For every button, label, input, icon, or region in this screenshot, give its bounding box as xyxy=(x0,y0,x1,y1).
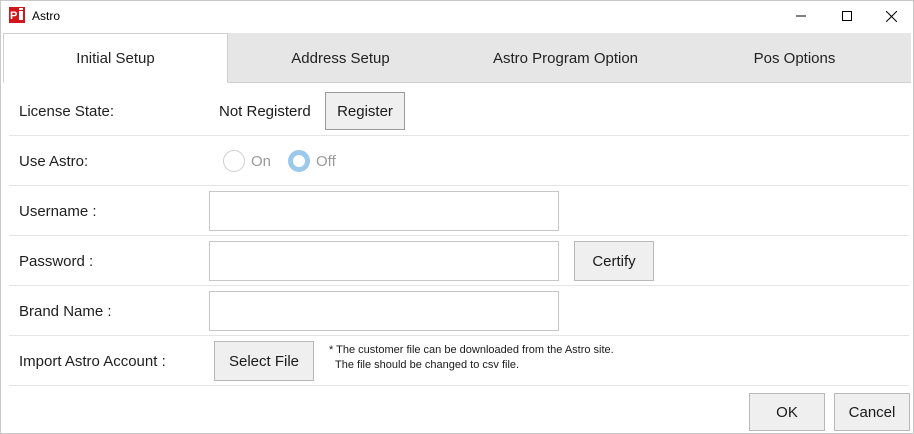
password-input[interactable] xyxy=(209,241,559,281)
cancel-button[interactable]: Cancel xyxy=(834,393,910,431)
tab-pos-options[interactable]: Pos Options xyxy=(678,33,911,83)
import-note-line2: The file should be changed to csv file. xyxy=(335,359,520,371)
username-label: Username : xyxy=(19,203,97,220)
import-account-row: Import Astro Account : Select File * The… xyxy=(9,336,909,386)
register-button[interactable]: Register xyxy=(325,92,405,130)
astro-window: P Astro Initial Setup Address Setup Astr… xyxy=(0,0,914,434)
radio-on-circle xyxy=(223,150,245,172)
radio-on-label: On xyxy=(251,152,272,170)
license-state-label: License State: xyxy=(19,103,115,120)
pi-app-icon: P xyxy=(9,7,25,23)
radio-off-circle xyxy=(288,150,310,172)
brand-name-row: Brand Name : xyxy=(9,286,909,336)
tab-astro-program-option[interactable]: Astro Program Option xyxy=(453,33,678,83)
use-astro-label: Use Astro: xyxy=(19,153,89,170)
password-label: Password : xyxy=(19,253,94,270)
use-astro-row: Use Astro: On Off xyxy=(9,136,909,186)
tab-address-setup[interactable]: Address Setup xyxy=(228,33,453,83)
brand-name-input[interactable] xyxy=(209,291,559,331)
ok-button[interactable]: OK xyxy=(749,393,825,431)
username-input[interactable] xyxy=(209,191,559,231)
license-status-text: Not Registerd xyxy=(219,103,311,120)
password-row: Password : Certify xyxy=(9,236,909,286)
svg-text:P: P xyxy=(10,10,17,22)
radio-off[interactable]: Off xyxy=(288,150,336,172)
import-account-label: Import Astro Account : xyxy=(19,353,166,370)
certify-button[interactable]: Certify xyxy=(574,241,654,281)
minimize-icon xyxy=(796,15,806,17)
brand-name-label: Brand Name : xyxy=(19,303,112,320)
maximize-button[interactable] xyxy=(824,1,870,31)
radio-off-label: Off xyxy=(316,152,336,170)
title-bar: P Astro xyxy=(1,1,913,31)
close-button[interactable] xyxy=(868,1,914,31)
radio-on[interactable]: On xyxy=(223,150,271,172)
license-state-row: License State: Not Registerd Register xyxy=(9,86,909,136)
select-file-button[interactable]: Select File xyxy=(214,341,314,381)
close-icon xyxy=(885,10,897,22)
import-note-line1: * The customer file can be downloaded fr… xyxy=(329,344,614,356)
window-title: Astro xyxy=(32,9,61,23)
tab-strip: Initial Setup Address Setup Astro Progra… xyxy=(3,33,911,83)
minimize-button[interactable] xyxy=(778,1,824,31)
maximize-icon xyxy=(842,11,852,21)
tab-initial-setup[interactable]: Initial Setup xyxy=(3,33,228,83)
username-row: Username : xyxy=(9,186,909,236)
